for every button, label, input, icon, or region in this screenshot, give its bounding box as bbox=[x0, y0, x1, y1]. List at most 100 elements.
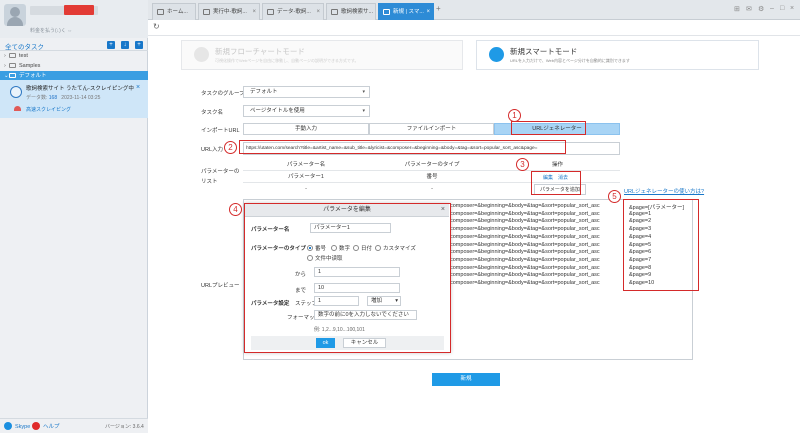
help-link[interactable]: ヘルプ bbox=[32, 422, 60, 430]
user-badge bbox=[64, 5, 94, 15]
all-tasks-label[interactable]: 全てのタスク bbox=[5, 41, 44, 51]
url-preview-line: composer=&beginning=&body=&tag=&sort=pop… bbox=[450, 249, 600, 256]
param-row-name: パラメーター1 bbox=[288, 174, 324, 180]
annotation-box-5 bbox=[623, 199, 699, 291]
close-icon[interactable]: × bbox=[426, 4, 430, 20]
nav-bar: ↻ bbox=[148, 20, 800, 36]
format-select[interactable]: 数字の前に0を入力しないでください bbox=[314, 310, 417, 320]
type-digit-radio[interactable]: 数字 bbox=[331, 244, 350, 252]
type-date-radio[interactable]: 日付 bbox=[353, 244, 372, 252]
param-header-row: パラメーター名 パラメーターのタイプ 操作 bbox=[243, 159, 620, 171]
flowchart-icon bbox=[194, 47, 209, 62]
file-import-option[interactable]: ファイルインポート bbox=[369, 123, 494, 135]
dialog-footer: ok キャンセル bbox=[251, 336, 444, 350]
param-settings-label: パラメータ設定 bbox=[251, 301, 290, 307]
sidebar: 料金を払う(↓)く ⇔ 全てのタスク + ↓ + › test › Samples … bbox=[0, 0, 148, 433]
user-panel: 料金を払う(↓)く ⇔ bbox=[0, 0, 148, 38]
chevron-down-icon: ▾ bbox=[362, 108, 365, 114]
task-icon bbox=[203, 9, 210, 15]
param-header-type: パラメーターのタイプ bbox=[404, 162, 460, 168]
tree-item-samples[interactable]: › Samples bbox=[0, 61, 148, 71]
close-icon[interactable]: × bbox=[136, 84, 140, 91]
task-toolbar: 全てのタスク + ↓ + bbox=[0, 39, 148, 51]
refresh-icon[interactable]: ↻ bbox=[153, 22, 160, 31]
from-input[interactable]: 1 bbox=[314, 267, 400, 277]
to-label: まで bbox=[295, 288, 307, 294]
import-icon[interactable]: ↓ bbox=[121, 41, 129, 49]
tab-new-smart[interactable]: 新規 | スマ... × bbox=[378, 3, 434, 20]
cancel-button[interactable]: キャンセル bbox=[343, 338, 386, 348]
help-icon bbox=[32, 422, 40, 430]
group-select[interactable]: デフォルト ▾ bbox=[243, 86, 370, 98]
fast-scrape-link[interactable]: 高速スクレイピング bbox=[14, 106, 71, 113]
type-custom-radio[interactable]: カスタマイズ bbox=[375, 244, 416, 252]
tree-item-test[interactable]: › test bbox=[0, 51, 148, 61]
tab-running[interactable]: 実行中-歌詞... × bbox=[198, 3, 260, 20]
skype-icon bbox=[4, 422, 12, 430]
url-preview-line: composer=&beginning=&body=&tag=&sort=pop… bbox=[450, 241, 600, 248]
gear-icon[interactable]: ⚙ bbox=[758, 5, 764, 13]
format-example: 例: 1,2...9,10...100,101 bbox=[314, 327, 365, 333]
close-icon[interactable]: × bbox=[441, 206, 445, 213]
url-preview-line: composer=&beginning=&body=&tag=&sort=pop… bbox=[450, 226, 600, 233]
user-plan-link[interactable]: 料金を払う(↓)く ⇔ bbox=[30, 27, 72, 34]
tab-home[interactable]: ホーム... bbox=[152, 3, 196, 20]
type-file-radio[interactable]: 文件中读取 bbox=[307, 254, 343, 262]
close-icon[interactable]: × bbox=[316, 4, 320, 20]
new-folder-icon[interactable]: + bbox=[107, 41, 115, 49]
tab-lyrics-search[interactable]: 歌詞検索サ... bbox=[326, 3, 376, 20]
type-number-radio[interactable]: 番号 bbox=[307, 244, 326, 252]
from-label: から bbox=[295, 272, 307, 278]
avatar[interactable] bbox=[4, 4, 26, 26]
skype-link[interactable]: Skype bbox=[4, 422, 30, 430]
param-header-name: パラメーター名 bbox=[286, 162, 326, 168]
task-name-select[interactable]: ページタイトルを使用 ▾ bbox=[243, 105, 370, 117]
url-preview-line: composer=&beginning=&body=&tag=&sort=pop… bbox=[450, 233, 600, 240]
version-label: バージョン: 3.6.4 bbox=[105, 424, 144, 430]
annotation-marker-2: 2 bbox=[224, 141, 237, 154]
task-icon bbox=[383, 9, 390, 15]
annotation-marker-5: 5 bbox=[608, 190, 621, 203]
ok-button[interactable]: ok bbox=[316, 338, 335, 348]
step-input[interactable]: 1 bbox=[314, 296, 359, 306]
tab-data[interactable]: データ-歌詞... × bbox=[262, 3, 324, 20]
task-icon bbox=[331, 9, 338, 15]
smart-mode-card[interactable]: 新規スマートモード URLを入力だけで、Web内容とページ分けを自動的に識別でき… bbox=[476, 40, 759, 70]
chevron-down-icon: ▾ bbox=[362, 89, 365, 95]
annotation-marker-4: 4 bbox=[229, 203, 242, 216]
maximize-icon[interactable]: □ bbox=[780, 5, 784, 12]
smart-mode-icon bbox=[489, 47, 504, 62]
sidebar-footer: Skype ヘルプ バージョン: 3.6.4 bbox=[0, 418, 148, 433]
add-task-icon[interactable]: + bbox=[135, 41, 143, 49]
speed-icon bbox=[14, 106, 21, 111]
home-icon bbox=[157, 9, 164, 15]
flowchart-mode-card[interactable]: 新規フローチャートモード 可視化操作でWebページを自由に移動し、自動ページの説… bbox=[181, 40, 463, 70]
annotation-box-2 bbox=[239, 140, 566, 154]
dialog-title: パラメータを編集 bbox=[245, 204, 449, 217]
url-input-label: URL入力 bbox=[201, 147, 224, 153]
minimize-icon[interactable]: – bbox=[770, 5, 774, 12]
annotation-box-1 bbox=[511, 121, 586, 135]
task-item[interactable]: 歌詞検索サイト うたてん-スクレイピング中 データ数: 168 2023-11-… bbox=[0, 80, 148, 118]
create-button[interactable]: 新規 bbox=[432, 373, 500, 386]
annotation-marker-1: 1 bbox=[508, 109, 521, 122]
url-preview-line: composer=&beginning=&body=&tag=&sort=pop… bbox=[450, 264, 600, 271]
close-icon[interactable]: × bbox=[252, 4, 256, 20]
close-window-icon[interactable]: × bbox=[790, 5, 794, 12]
step-mode-select[interactable]: 増加 ▾ bbox=[367, 296, 401, 306]
url-preview-line: composer=&beginning=&body=&tag=&sort=pop… bbox=[450, 210, 600, 217]
to-input[interactable]: 10 bbox=[314, 283, 400, 293]
param-header-ops: 操作 bbox=[551, 162, 563, 168]
url-preview-line: composer=&beginning=&body=&tag=&sort=pop… bbox=[450, 280, 600, 286]
param-row-type: 番号 bbox=[426, 174, 438, 180]
mail-icon[interactable]: ✉ bbox=[746, 5, 752, 13]
task-name-label: タスク名 bbox=[201, 110, 224, 116]
annotation-marker-3: 3 bbox=[516, 158, 529, 171]
manual-input-option[interactable]: 手動入力 bbox=[243, 123, 369, 135]
param-list-label: パラメーターのリスト bbox=[201, 169, 240, 185]
new-tab-icon[interactable]: + bbox=[436, 4, 441, 13]
param-name-input[interactable]: パラメーター1 bbox=[310, 223, 391, 233]
annotation-box-3 bbox=[531, 171, 581, 195]
url-generator-help-link[interactable]: URLジェネレーターの使い方は? bbox=[624, 187, 704, 195]
gift-icon[interactable]: ⊞ bbox=[734, 5, 740, 13]
